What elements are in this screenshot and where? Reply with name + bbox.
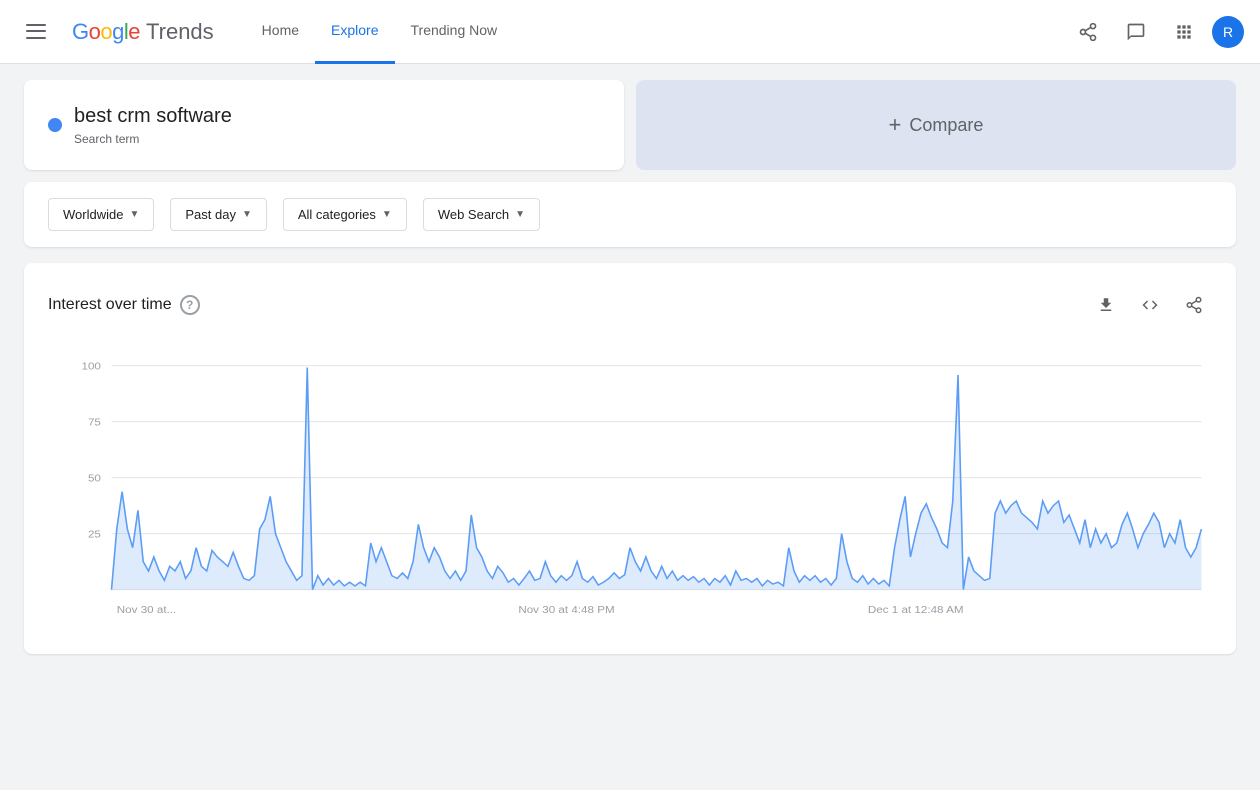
filters-card: Worldwide ▼ Past day ▼ All categories ▼ … bbox=[24, 182, 1236, 247]
main-nav: Home Explore Trending Now bbox=[246, 0, 513, 64]
chart-title: Interest over time bbox=[48, 296, 172, 314]
embed-button[interactable] bbox=[1132, 287, 1168, 323]
logo-g-letter: G bbox=[72, 19, 89, 44]
logo-o1-letter: o bbox=[89, 19, 101, 44]
time-filter-arrow: ▼ bbox=[242, 209, 252, 220]
header-left: Google Trends bbox=[16, 12, 214, 52]
time-filter[interactable]: Past day ▼ bbox=[170, 198, 267, 231]
location-filter-arrow: ▼ bbox=[129, 209, 139, 220]
y-label-100: 100 bbox=[81, 361, 100, 372]
feedback-icon bbox=[1126, 22, 1146, 42]
embed-icon bbox=[1141, 296, 1159, 314]
hamburger-icon bbox=[24, 20, 48, 44]
y-label-25: 25 bbox=[88, 529, 101, 540]
search-term-name: best crm software bbox=[74, 105, 232, 128]
logo-trends-text: Trends bbox=[146, 19, 214, 45]
x-label-mid: Nov 30 at 4:48 PM bbox=[518, 605, 614, 616]
share-chart-button[interactable] bbox=[1176, 287, 1212, 323]
share-icon bbox=[1078, 22, 1098, 42]
chart-svg: 100 75 50 25 Nov 30 at... Nov 30 at 4:48… bbox=[48, 347, 1212, 627]
logo-o2-letter: o bbox=[100, 19, 112, 44]
download-button[interactable] bbox=[1088, 287, 1124, 323]
logo[interactable]: Google Trends bbox=[72, 19, 214, 45]
time-filter-label: Past day bbox=[185, 207, 236, 222]
feedback-button[interactable] bbox=[1116, 12, 1156, 52]
x-label-end: Dec 1 at 12:48 AM bbox=[868, 605, 964, 616]
user-avatar[interactable]: R bbox=[1212, 16, 1244, 48]
search-term-type: Search term bbox=[74, 132, 232, 146]
nav-explore[interactable]: Explore bbox=[315, 0, 394, 64]
y-label-50: 50 bbox=[88, 473, 101, 484]
chart-header: Interest over time ? bbox=[48, 287, 1212, 323]
location-filter-label: Worldwide bbox=[63, 207, 123, 222]
chart-actions bbox=[1088, 287, 1212, 323]
main-content: best crm software Search term + Compare … bbox=[0, 64, 1260, 686]
compare-plus-icon: + bbox=[889, 112, 902, 138]
chart-container: 100 75 50 25 Nov 30 at... Nov 30 at 4:48… bbox=[48, 347, 1212, 630]
help-icon[interactable]: ? bbox=[180, 295, 200, 315]
search-type-filter-label: Web Search bbox=[438, 207, 509, 222]
location-filter[interactable]: Worldwide ▼ bbox=[48, 198, 154, 231]
logo-google: Google bbox=[72, 19, 140, 45]
term-indicator-dot bbox=[48, 118, 62, 132]
compare-label: Compare bbox=[909, 115, 983, 136]
chart-title-area: Interest over time ? bbox=[48, 295, 200, 315]
apps-button[interactable] bbox=[1164, 12, 1204, 52]
apps-icon bbox=[1174, 22, 1194, 42]
share-button[interactable] bbox=[1068, 12, 1108, 52]
term-text-area: best crm software Search term bbox=[74, 105, 232, 146]
x-label-start: Nov 30 at... bbox=[117, 605, 176, 616]
logo-e-letter: e bbox=[128, 19, 140, 44]
share-chart-icon bbox=[1185, 296, 1203, 314]
category-filter-label: All categories bbox=[298, 207, 376, 222]
nav-home[interactable]: Home bbox=[246, 0, 315, 64]
header-right: R bbox=[1068, 12, 1244, 52]
logo-g2-letter: g bbox=[112, 19, 124, 44]
chart-area-fill bbox=[111, 368, 1201, 590]
category-filter-arrow: ▼ bbox=[382, 209, 392, 220]
compare-card[interactable]: + Compare bbox=[636, 80, 1236, 170]
menu-button[interactable] bbox=[16, 12, 56, 52]
search-term-card[interactable]: best crm software Search term bbox=[24, 80, 624, 170]
header: Google Trends Home Explore Trending Now … bbox=[0, 0, 1260, 64]
search-area: best crm software Search term + Compare bbox=[24, 80, 1236, 170]
nav-trending-now[interactable]: Trending Now bbox=[395, 0, 514, 64]
search-type-filter[interactable]: Web Search ▼ bbox=[423, 198, 540, 231]
interest-over-time-card: Interest over time ? bbox=[24, 263, 1236, 654]
search-type-filter-arrow: ▼ bbox=[515, 209, 525, 220]
download-icon bbox=[1097, 296, 1115, 314]
y-label-75: 75 bbox=[88, 417, 101, 428]
category-filter[interactable]: All categories ▼ bbox=[283, 198, 407, 231]
